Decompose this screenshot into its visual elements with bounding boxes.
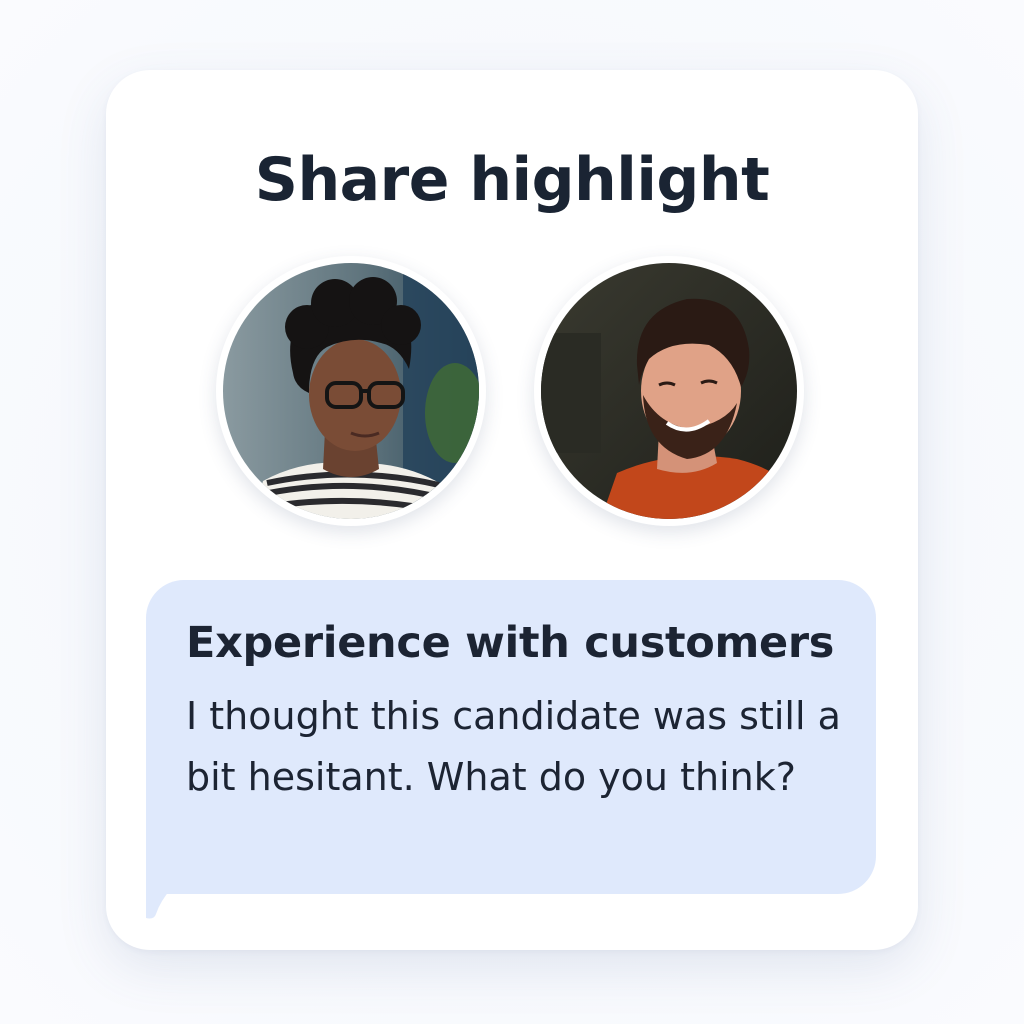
share-highlight-screen: Share highlight Experience with customer… <box>0 0 1024 1024</box>
participant-avatar-woman[interactable] <box>216 256 486 526</box>
woman-with-glasses-avatar-icon <box>223 263 479 519</box>
message-body: I thought this candidate was still a bit… <box>186 694 841 799</box>
message-bubble: Experience with customers I thought this… <box>146 580 876 894</box>
bearded-man-avatar-icon <box>541 263 797 519</box>
participant-avatar-man[interactable] <box>534 256 804 526</box>
message-heading: Experience with customers <box>186 618 835 668</box>
dialog-title: Share highlight <box>254 145 770 215</box>
bubble-tail-icon <box>146 880 180 919</box>
